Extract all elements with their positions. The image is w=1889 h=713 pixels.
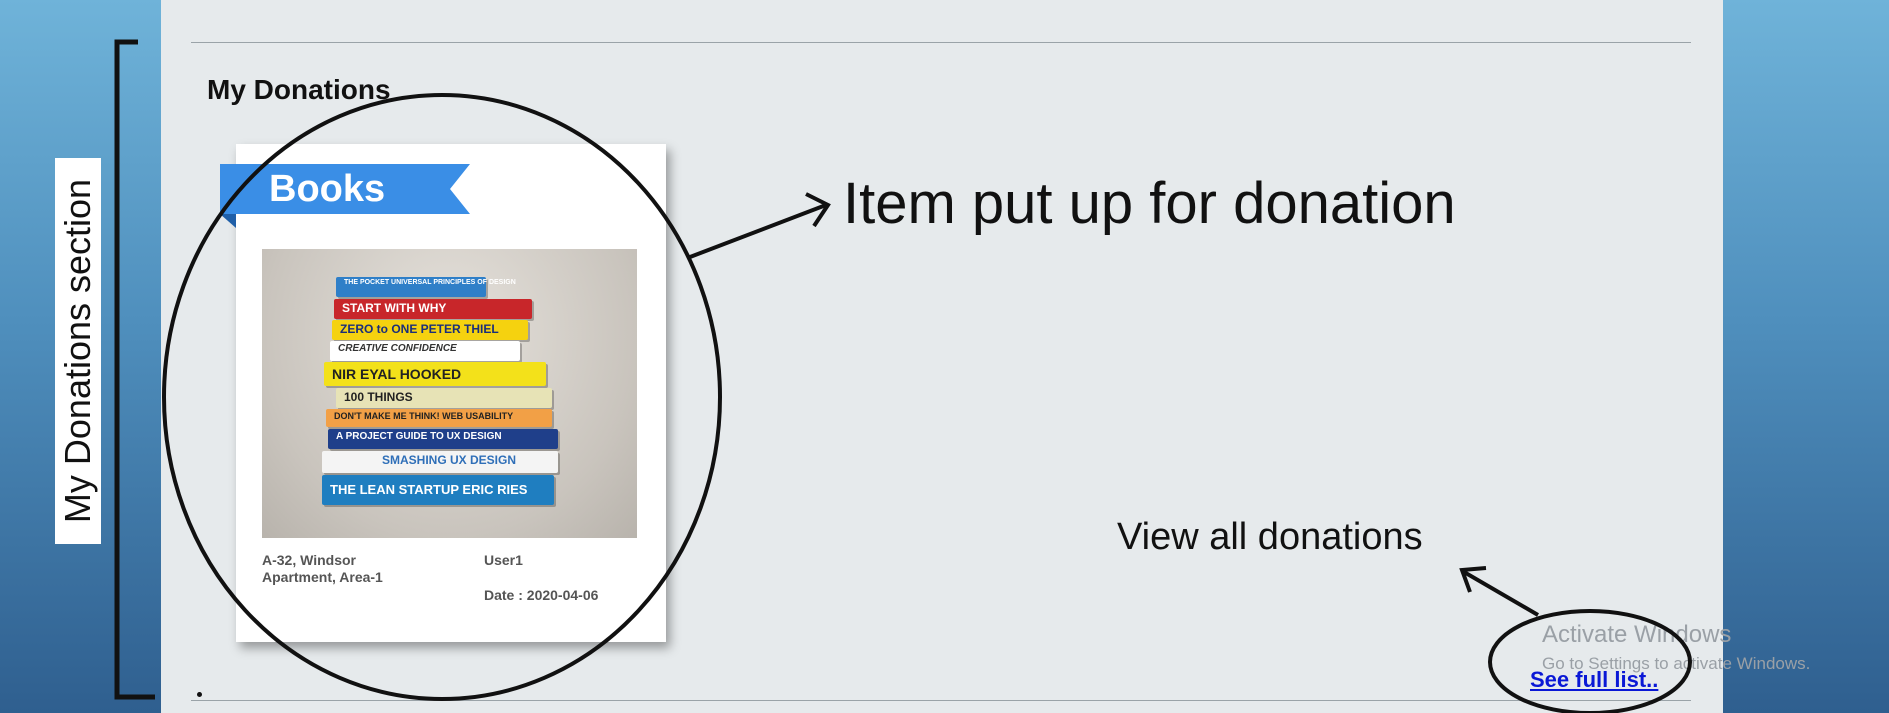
annotation-overlay	[114, 39, 1692, 713]
view-all-arrow-line	[1462, 570, 1540, 617]
card-highlight-circle	[162, 93, 722, 701]
link-highlight-circle	[1488, 609, 1692, 713]
item-arrow-line	[689, 203, 827, 259]
section-bracket	[114, 39, 155, 700]
